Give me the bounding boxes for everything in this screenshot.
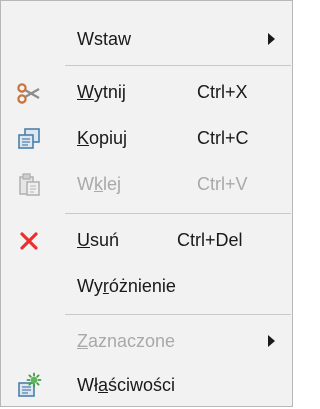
- menu-item-wyroznienie[interactable]: Wyróżnienie: [1, 264, 292, 310]
- properties-icon: [15, 372, 43, 400]
- menu-item-wlasciwosci[interactable]: Właściwości: [1, 363, 292, 409]
- menu-item-label: Właściwości: [77, 375, 176, 395]
- menu-item-label: Kopiuj: [77, 128, 128, 148]
- menu-item-usun[interactable]: Usuń Ctrl+Del: [1, 218, 292, 264]
- submenu-arrow-icon: [268, 335, 275, 347]
- menu-item-label: Wstaw: [77, 29, 131, 49]
- menu-item-wstaw[interactable]: Wstaw: [1, 17, 292, 63]
- menu-item-label: Wklej: [77, 174, 122, 194]
- context-menu: Wstaw Wytnij Ctrl+X Kopiuj Ctrl+C Wklej …: [0, 0, 293, 407]
- menu-item-label: Wyróżnienie: [77, 276, 176, 296]
- menu-separator: [65, 65, 291, 66]
- shortcut-label: Ctrl+Del: [177, 230, 243, 250]
- menu-item-label: Usuń: [77, 230, 120, 250]
- menu-item-label: Zaznaczone: [77, 331, 176, 351]
- menu-item-wklej[interactable]: Wklej Ctrl+V: [1, 162, 292, 208]
- menu-item-zaznaczone[interactable]: Zaznaczone: [1, 319, 292, 365]
- shortcut-label: Ctrl+X: [197, 82, 248, 102]
- menu-separator: [65, 314, 291, 315]
- copy-icon: [15, 125, 43, 153]
- scissors-icon: [15, 79, 43, 107]
- shortcut-label: Ctrl+C: [197, 128, 249, 148]
- paste-icon: [15, 171, 43, 199]
- submenu-arrow-icon: [268, 33, 275, 45]
- menu-item-kopiuj[interactable]: Kopiuj Ctrl+C: [1, 116, 292, 162]
- menu-separator: [65, 213, 291, 214]
- menu-item-label: Wytnij: [77, 82, 126, 102]
- menu-item-wytnij[interactable]: Wytnij Ctrl+X: [1, 70, 292, 116]
- delete-x-icon: [15, 227, 43, 255]
- shortcut-label: Ctrl+V: [197, 174, 248, 194]
